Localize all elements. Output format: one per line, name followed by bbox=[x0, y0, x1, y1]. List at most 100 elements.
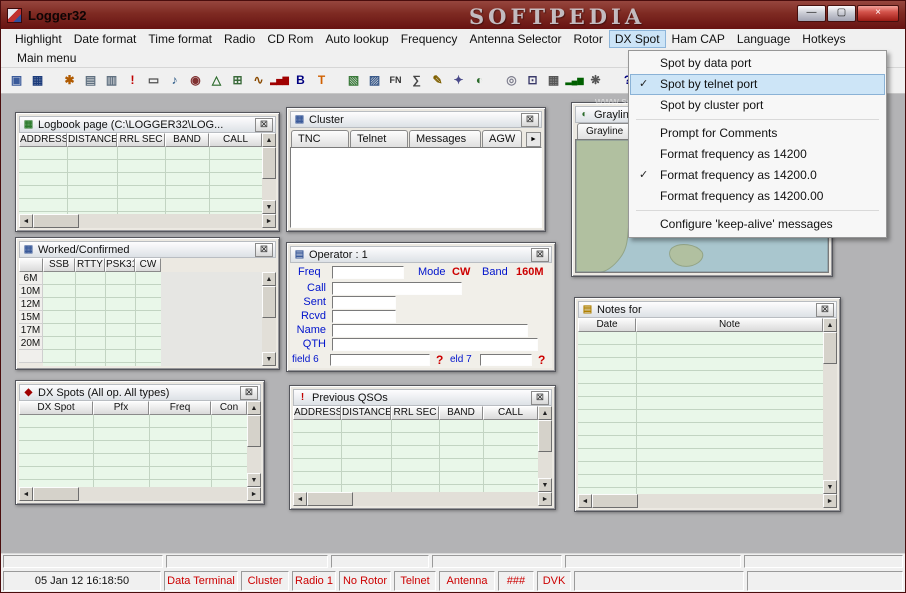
scroll-up-icon[interactable]: ▲ bbox=[262, 133, 276, 147]
menu-option-format-14200-1[interactable]: ✓ Format frequency as 14200.0 bbox=[630, 165, 885, 186]
cd-icon[interactable]: ◎ bbox=[501, 71, 522, 90]
radio-icon[interactable]: ◉ bbox=[185, 71, 206, 90]
dx-spots-col-freq[interactable]: Freq bbox=[149, 401, 211, 415]
dx-spots-col-con[interactable]: Con bbox=[211, 401, 247, 415]
notes-col-date[interactable]: Date bbox=[578, 318, 636, 332]
call-input[interactable] bbox=[332, 282, 462, 295]
logbook-col-arrlsec[interactable]: RRL SEC bbox=[117, 133, 165, 147]
scroll-left-icon[interactable]: ◄ bbox=[293, 492, 307, 506]
notes-restore-button[interactable]: ⊠ bbox=[816, 302, 834, 317]
stats-icon[interactable]: ▂▄▆ bbox=[564, 71, 585, 90]
dx-spots-vscroll[interactable]: ▲ ▼ bbox=[247, 401, 261, 487]
band-6m[interactable]: 6M bbox=[19, 272, 43, 285]
status-dvk[interactable]: DVK bbox=[537, 571, 571, 591]
menu-item-main-menu[interactable]: Main menu bbox=[11, 49, 82, 67]
freq-input[interactable] bbox=[332, 266, 404, 279]
status-data-terminal[interactable]: Data Terminal bbox=[164, 571, 238, 591]
worked-vscroll[interactable]: ▲ ▼ bbox=[262, 272, 276, 366]
scroll-left-icon[interactable]: ◄ bbox=[578, 494, 592, 508]
scroll-right-icon[interactable]: ► bbox=[538, 492, 552, 506]
logbook-col-call[interactable]: CALL bbox=[209, 133, 262, 147]
worked-titlebar[interactable]: ▦ Worked/Confirmed ⊠ bbox=[19, 241, 276, 258]
scrollbar-thumb[interactable] bbox=[823, 332, 837, 364]
dx-spots-grid[interactable] bbox=[19, 415, 247, 487]
status-radio-1[interactable]: Radio 1 bbox=[292, 571, 336, 591]
prev-qsos-col-arrlsec[interactable]: RRL SEC bbox=[391, 406, 439, 420]
bar-chart-icon[interactable]: ▂▅▇ bbox=[269, 71, 290, 90]
dx-spots-titlebar[interactable]: ◆ DX Spots (All op. All types) ⊠ bbox=[19, 384, 261, 401]
menu-item-time-format[interactable]: Time format bbox=[142, 30, 218, 48]
logbook-col-address[interactable]: ADDRESS bbox=[19, 133, 67, 147]
menu-item-auto-lookup[interactable]: Auto lookup bbox=[319, 30, 394, 48]
text-icon[interactable]: T bbox=[311, 71, 332, 90]
prev-qsos-hscroll[interactable]: ◄ ► bbox=[293, 492, 552, 506]
prev-qsos-grid[interactable] bbox=[293, 420, 538, 492]
menu-option-configure-keep-alive[interactable]: Configure 'keep-alive' messages bbox=[630, 214, 885, 235]
logbook-titlebar[interactable]: ▦ Logbook page (C:\LOGGER32\LOG... ⊠ bbox=[19, 116, 276, 133]
field6-input[interactable] bbox=[330, 354, 430, 366]
status-cluster[interactable]: Cluster bbox=[241, 571, 289, 591]
band-15m[interactable]: 15M bbox=[19, 311, 43, 324]
scroll-right-icon[interactable]: ► bbox=[262, 214, 276, 228]
minimize-button[interactable]: — bbox=[797, 5, 826, 22]
network-icon[interactable]: ∿ bbox=[248, 71, 269, 90]
status-telnet[interactable]: Telnet bbox=[394, 571, 436, 591]
tab-messages[interactable]: Messages bbox=[409, 130, 481, 147]
worked-col-rtty[interactable]: RTTY bbox=[75, 258, 105, 272]
cluster-output[interactable] bbox=[290, 147, 542, 228]
save-icon[interactable]: ▦ bbox=[27, 71, 48, 90]
prev-qsos-col-address[interactable]: ADDRESS bbox=[293, 406, 341, 420]
logbook-col-band[interactable]: BAND bbox=[165, 133, 209, 147]
dx-spots-hscroll[interactable]: ◄ ► bbox=[19, 487, 261, 501]
menu-item-dx-spot[interactable]: DX Spot bbox=[608, 30, 666, 48]
sound-icon[interactable]: ♪ bbox=[164, 71, 185, 90]
cluster-restore-button[interactable]: ⊠ bbox=[521, 112, 539, 127]
menu-option-spot-by-telnet-port[interactable]: ✓ Spot by telnet port bbox=[630, 74, 885, 95]
notes-col-note[interactable]: Note bbox=[636, 318, 823, 332]
scrollbar-thumb[interactable] bbox=[262, 286, 276, 318]
macro-icon[interactable]: ✱ bbox=[59, 71, 80, 90]
dx-spots-col-pfx[interactable]: Pfx bbox=[93, 401, 149, 415]
status-antenna[interactable]: Antenna bbox=[439, 571, 495, 591]
scroll-up-icon[interactable]: ▲ bbox=[262, 272, 276, 286]
menu-option-prompt-for-comments[interactable]: Prompt for Comments bbox=[630, 123, 885, 144]
band-12m[interactable]: 12M bbox=[19, 298, 43, 311]
tab-tnc[interactable]: TNC bbox=[291, 130, 349, 147]
menu-item-language[interactable]: Language bbox=[731, 30, 796, 48]
titlebar[interactable]: Logger32 SOFTPEDIA — ▢ × bbox=[1, 1, 905, 29]
logbook-hscroll[interactable]: ◄ ► bbox=[19, 214, 276, 228]
menu-item-ham-cap[interactable]: Ham CAP bbox=[666, 30, 731, 48]
scrollbar-thumb[interactable] bbox=[538, 420, 552, 452]
previous-qsos-restore-button[interactable]: ⊠ bbox=[531, 390, 549, 405]
menu-option-spot-by-data-port[interactable]: Spot by data port bbox=[630, 53, 885, 74]
field7-input[interactable] bbox=[480, 354, 532, 366]
scroll-down-icon[interactable]: ▼ bbox=[262, 200, 276, 214]
scrollbar-thumb[interactable] bbox=[307, 492, 353, 506]
menu-item-frequency[interactable]: Frequency bbox=[395, 30, 464, 48]
antenna-icon[interactable]: △ bbox=[206, 71, 227, 90]
keyboard-icon[interactable]: ▦ bbox=[543, 71, 564, 90]
operator-titlebar[interactable]: ▤ Operator : 1 ⊠ bbox=[290, 246, 552, 263]
prev-qsos-col-call[interactable]: CALL bbox=[483, 406, 538, 420]
prev-qsos-vscroll[interactable]: ▲ ▼ bbox=[538, 406, 552, 492]
scrollbar-thumb[interactable] bbox=[262, 147, 276, 179]
worked-grid[interactable] bbox=[43, 272, 161, 366]
qth-input[interactable] bbox=[332, 338, 538, 351]
calculator-icon[interactable]: ∑ bbox=[406, 71, 427, 90]
notes-hscroll[interactable]: ◄ ► bbox=[578, 494, 837, 508]
band-20m[interactable]: 20M bbox=[19, 337, 43, 350]
logbook-grid[interactable] bbox=[19, 147, 262, 214]
scroll-left-icon[interactable]: ◄ bbox=[19, 214, 33, 228]
notes-vscroll[interactable]: ▲ ▼ bbox=[823, 318, 837, 494]
name-input[interactable] bbox=[332, 324, 528, 337]
alert-icon[interactable]: ! bbox=[122, 71, 143, 90]
satellite-icon[interactable]: ✦ bbox=[448, 71, 469, 90]
menu-option-format-14200[interactable]: Format frequency as 14200 bbox=[630, 144, 885, 165]
logbook-restore-button[interactable]: ⊠ bbox=[255, 117, 273, 132]
report-icon[interactable]: ▥ bbox=[101, 71, 122, 90]
gear-icon[interactable]: ❋ bbox=[585, 71, 606, 90]
menu-item-highlight[interactable]: Highlight bbox=[9, 30, 68, 48]
copy-pages-icon[interactable]: ▣ bbox=[6, 71, 27, 90]
band-10m[interactable]: 10M bbox=[19, 285, 43, 298]
tab-grayline[interactable]: Grayline bbox=[577, 123, 633, 139]
